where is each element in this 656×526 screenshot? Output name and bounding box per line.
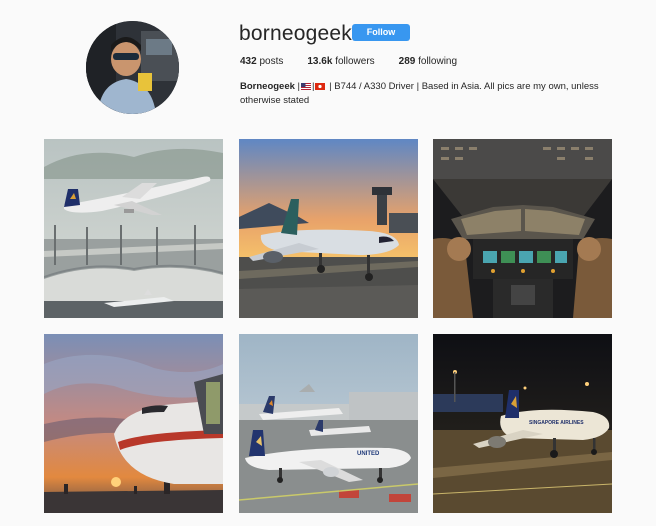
profile-username: borneogeek: [239, 22, 352, 45]
bio-separator: |: [294, 81, 301, 92]
post-5: UNITED: [239, 334, 418, 513]
stat-posts-count: 432: [240, 56, 257, 67]
post-3: [433, 139, 612, 318]
profile-avatar[interactable]: [86, 21, 179, 114]
post-6: SINGAPORE AIRLINES: [433, 334, 612, 513]
post-4: [44, 334, 223, 513]
post-1: [44, 139, 223, 318]
post-tile[interactable]: [433, 139, 612, 318]
post-2: [239, 139, 418, 318]
post-tile[interactable]: [44, 334, 223, 513]
stat-following-label: following: [418, 56, 458, 67]
stat-posts-label: posts: [259, 56, 284, 67]
stat-followers[interactable]: 13.6k followers: [307, 56, 374, 67]
stat-followers-count: 13.6k: [307, 56, 333, 67]
stat-posts[interactable]: 432 posts: [240, 56, 283, 67]
profile-stats: 432 posts 13.6k followers 289 following: [240, 56, 481, 67]
svg-text:UNITED: UNITED: [357, 451, 380, 457]
post-tile[interactable]: [44, 139, 223, 318]
svg-text:SINGAPORE AIRLINES: SINGAPORE AIRLINES: [529, 420, 584, 426]
post-tile[interactable]: [239, 139, 418, 318]
us-flag-icon: [301, 82, 312, 90]
post-tile[interactable]: UNITED: [239, 334, 418, 513]
post-tile[interactable]: SINGAPORE AIRLINES: [433, 334, 612, 513]
hk-flag-icon: [315, 82, 326, 90]
stat-following[interactable]: 289 following: [399, 56, 457, 67]
bio-separator: |: [312, 81, 315, 92]
stat-following-count: 289: [398, 56, 416, 67]
bio-name: Borneogeek: [240, 81, 295, 92]
profile-bio: Borneogeek | | | B744 / A330 Driver | Bas…: [240, 80, 610, 108]
follow-button[interactable]: Follow: [352, 24, 410, 41]
stat-followers-label: followers: [335, 56, 375, 67]
